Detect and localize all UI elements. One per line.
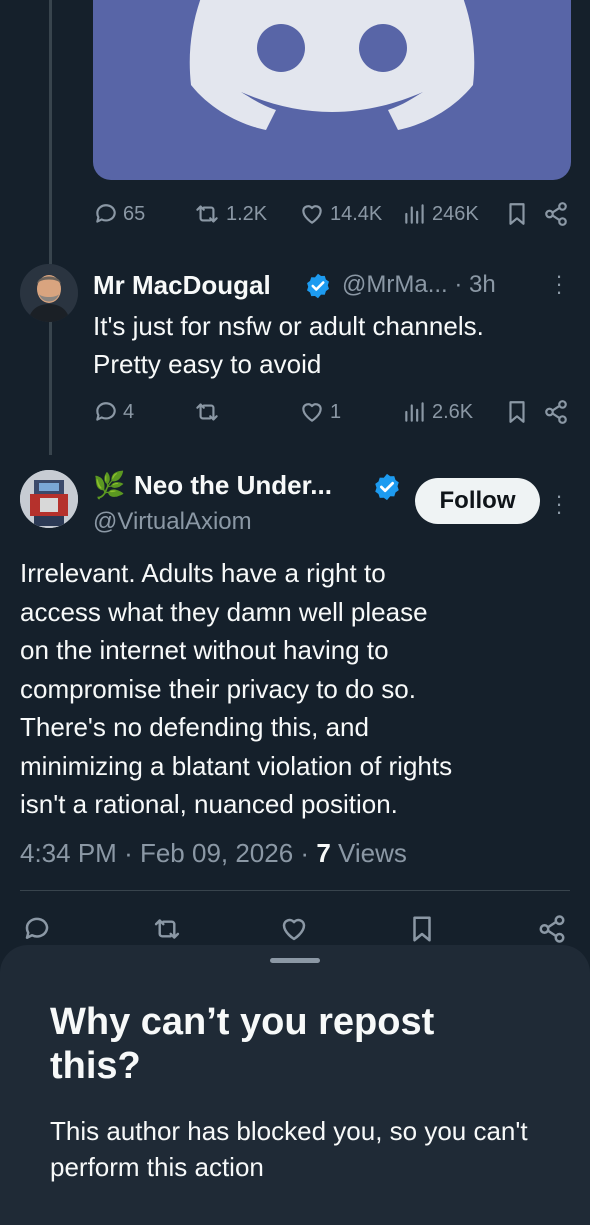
- share-icon: [542, 201, 570, 227]
- reply-button[interactable]: [22, 914, 52, 944]
- like-button[interactable]: 1: [298, 399, 341, 425]
- verified-badge-icon: [372, 472, 402, 502]
- more-options-button[interactable]: · · ·: [553, 485, 565, 523]
- views-button[interactable]: 246K: [402, 201, 479, 227]
- leaf-emoji: 🌿: [93, 470, 126, 500]
- share-button[interactable]: [542, 201, 570, 227]
- views-chart-icon: [402, 399, 428, 425]
- author-name[interactable]: Mr MacDougal: [93, 270, 271, 301]
- share-button[interactable]: [542, 399, 570, 425]
- author-name[interactable]: Neo the Under...: [134, 470, 332, 501]
- reply-tweet-action-bar: 4 1 2.6K: [0, 399, 590, 427]
- like-button[interactable]: 14.4K: [298, 201, 382, 227]
- bookmark-button[interactable]: [408, 914, 436, 944]
- views-button[interactable]: 2.6K: [402, 399, 473, 425]
- sheet-drag-handle[interactable]: [270, 958, 320, 963]
- sheet-body-text: This author has blocked you, so you can'…: [50, 1116, 528, 1182]
- bottom-sheet: Why can’t you repost this? This author h…: [0, 945, 590, 1225]
- heart-icon: [298, 399, 326, 425]
- post-time: 3h: [469, 271, 496, 298]
- reply-text-line: Pretty easy to avoid: [93, 349, 322, 379]
- views-chart-icon: [402, 201, 428, 227]
- repost-button[interactable]: [192, 399, 222, 425]
- top-tweet-action-bar: 65 1.2K 14.4K 246K: [0, 201, 590, 229]
- reply-count: 4: [123, 400, 135, 423]
- tweet-text-line: on the internet without having to: [20, 635, 389, 665]
- thread-connector-line: [49, 0, 52, 455]
- bookmark-icon: [408, 914, 436, 944]
- heart-icon: [278, 914, 310, 944]
- divider: [20, 890, 570, 891]
- reply-icon: [93, 201, 119, 227]
- bookmark-button[interactable]: [506, 201, 528, 227]
- bookmark-button[interactable]: [506, 399, 528, 425]
- dot-separator: ·: [124, 838, 140, 868]
- views-count: 2.6K: [432, 400, 474, 423]
- dot-separator: ·: [300, 838, 317, 868]
- tweet-text-line: compromise their privacy to do so.: [20, 673, 416, 704]
- tweet-text-line: minimizing a blatant violation of rights: [20, 750, 453, 781]
- share-icon: [536, 914, 568, 944]
- repost-icon: [192, 399, 222, 425]
- tweet-time[interactable]: 4:34 PM: [20, 838, 117, 868]
- handle-text: @MrMa...: [342, 271, 448, 298]
- tweet-text: Irrelevant. Adults have a right to acces…: [20, 554, 580, 824]
- reply-text-line: It's just for nsfw or adult channels.: [93, 311, 484, 341]
- focused-tweet-action-bar: [0, 914, 590, 944]
- avatar[interactable]: [20, 470, 78, 528]
- tweet-text-line: isn't a rational, nuanced position.: [20, 789, 398, 819]
- avatar[interactable]: [20, 264, 78, 322]
- reply-count: 65: [123, 202, 146, 225]
- heart-icon: [298, 201, 326, 227]
- bookmark-icon: [506, 399, 528, 425]
- tweet-text-line: Irrelevant. Adults have a right to: [20, 558, 386, 588]
- repost-button[interactable]: [150, 914, 184, 944]
- dot-separator: ·: [454, 271, 470, 298]
- repost-count: 1.2K: [226, 202, 268, 225]
- tweet-text-line: access what they damn well please: [20, 596, 428, 627]
- follow-button[interactable]: Follow: [415, 478, 540, 524]
- share-icon: [542, 399, 570, 425]
- share-button[interactable]: [536, 914, 568, 944]
- reply-button[interactable]: 4: [93, 399, 134, 425]
- reply-button[interactable]: 65: [93, 201, 145, 227]
- tweet-text-line: There's no defending this, and: [20, 712, 369, 742]
- repost-icon: [150, 914, 184, 944]
- bookmark-icon: [506, 201, 528, 227]
- author-handle[interactable]: @VirtualAxiom: [93, 508, 252, 536]
- views-count: 7: [316, 838, 331, 868]
- reply-icon: [22, 914, 52, 944]
- reply-text: It's just for nsfw or adult channels. Pr…: [93, 307, 573, 383]
- author-handle: @MrMa... · 3h: [342, 271, 496, 299]
- tweet-media-image[interactable]: [93, 0, 571, 180]
- like-count: 1: [330, 400, 342, 423]
- sheet-title: Why can’t you repost this?: [50, 1001, 435, 1087]
- reply-icon: [93, 399, 119, 425]
- more-options-button[interactable]: · · ·: [553, 265, 565, 303]
- like-button[interactable]: [278, 914, 310, 944]
- repost-icon: [192, 201, 222, 227]
- more-vertical-icon: · · ·: [555, 483, 563, 524]
- tweet-timestamp-line: 4:34 PM · Feb 09, 2026 · 7 Views: [20, 838, 407, 869]
- verified-badge-icon: [304, 272, 332, 300]
- tweet-date[interactable]: Feb 09, 2026: [140, 838, 293, 868]
- discord-logo-icon: [93, 0, 571, 180]
- more-vertical-icon: · · ·: [555, 263, 563, 304]
- like-count: 14.4K: [330, 202, 383, 225]
- repost-button[interactable]: 1.2K: [192, 201, 267, 227]
- views-count: 246K: [432, 202, 479, 225]
- views-label: Views: [338, 838, 407, 868]
